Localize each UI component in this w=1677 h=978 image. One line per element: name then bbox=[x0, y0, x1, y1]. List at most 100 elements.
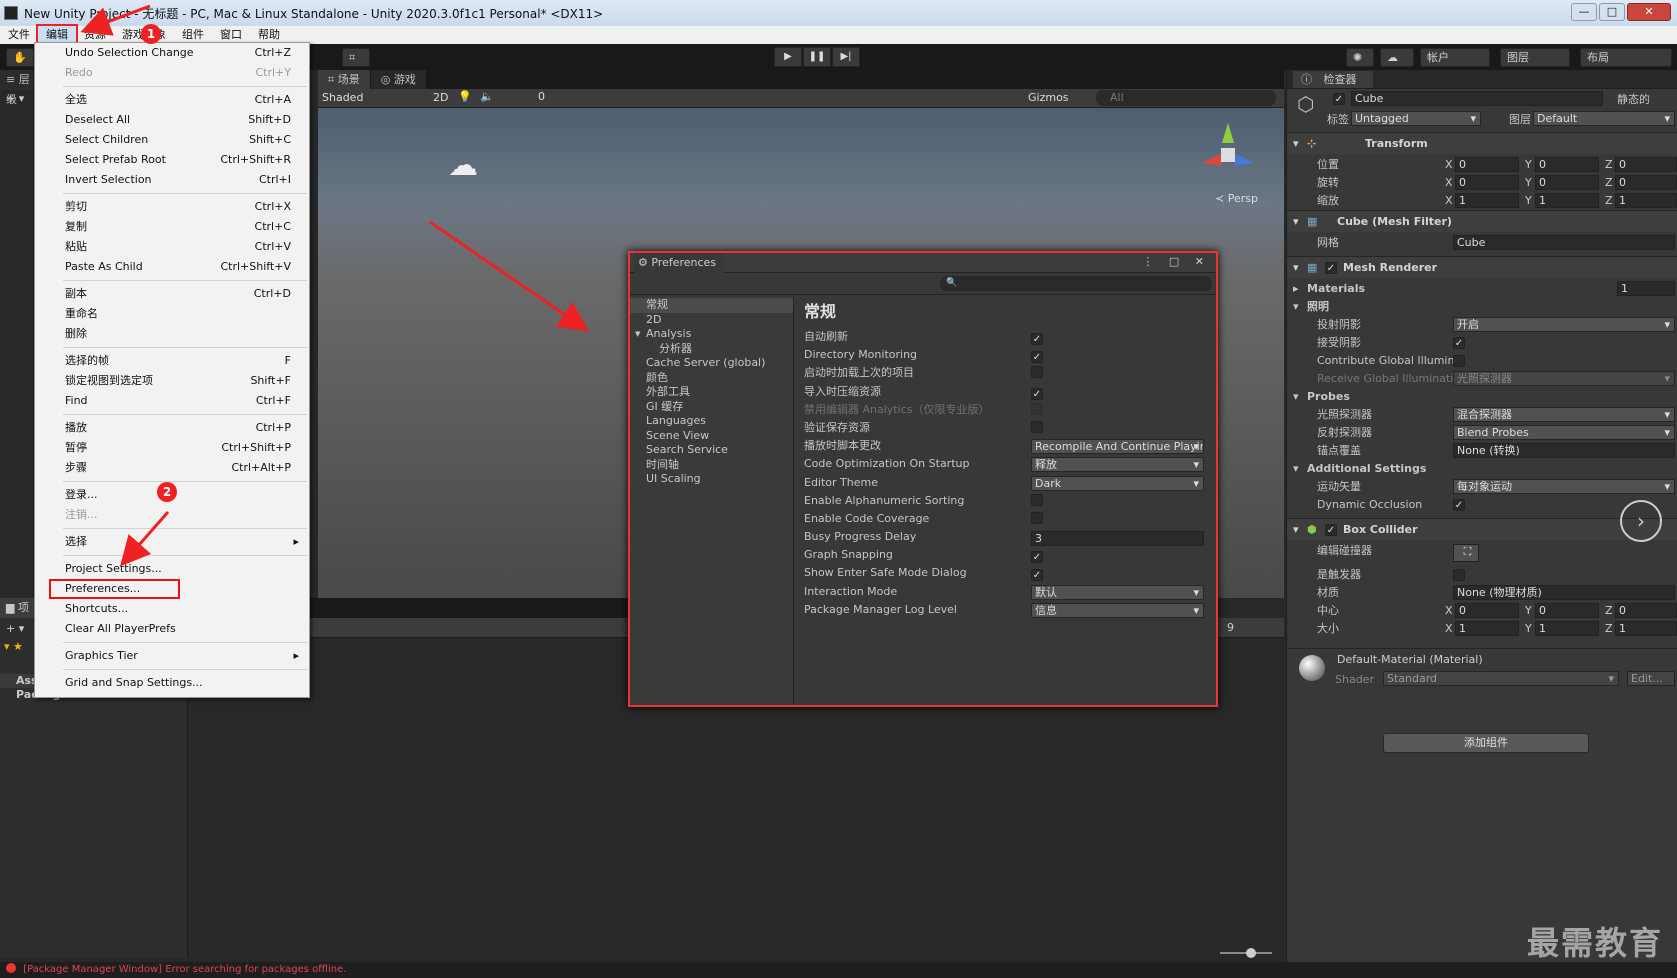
pref-checkbox[interactable] bbox=[1031, 366, 1043, 379]
hierarchy-tab[interactable]: ≡ 层级 bbox=[0, 70, 33, 106]
mesh-field[interactable]: Cube bbox=[1453, 235, 1675, 250]
lighting-icon[interactable]: 💡 bbox=[458, 90, 472, 103]
contribute-gi-checkbox[interactable] bbox=[1453, 355, 1465, 367]
edit-menu-item[interactable]: Redo Ctrl+Y bbox=[35, 63, 309, 83]
pref-dropdown[interactable]: 默认 bbox=[1031, 584, 1204, 600]
shader-dropdown[interactable]: Standard bbox=[1383, 671, 1619, 686]
next-arrow-icon[interactable]: › bbox=[1620, 500, 1662, 542]
pref-item-gi-cache[interactable]: GI 缓存 bbox=[630, 400, 793, 415]
edit-menu-item[interactable]: 删除 bbox=[35, 324, 309, 344]
maximize-button[interactable]: □ bbox=[1599, 3, 1625, 21]
pref-checkbox[interactable]: ✓ bbox=[1031, 569, 1043, 582]
edit-menu-item[interactable]: Select Prefab Root Ctrl+Shift+R bbox=[35, 150, 309, 170]
object-active-checkbox[interactable]: ✓ bbox=[1333, 93, 1345, 105]
lighting-foldout[interactable]: ▾ 照明 bbox=[1287, 298, 1677, 316]
edit-menu-item[interactable]: 副本 Ctrl+D bbox=[35, 284, 309, 304]
gizmos-dropdown[interactable]: Gizmos bbox=[1028, 90, 1069, 106]
add-object-icon[interactable]: + ▾ bbox=[0, 90, 33, 108]
pause-icon[interactable]: ❚❚ bbox=[803, 47, 831, 67]
grid-snap-icon[interactable]: ⌗ bbox=[342, 48, 370, 67]
pref-item-search-service[interactable]: Search Service bbox=[630, 443, 793, 458]
edit-menu-item[interactable]: Graphics Tier bbox=[35, 646, 309, 666]
pref-item-general[interactable]: 常规 bbox=[630, 298, 793, 313]
pref-dropdown[interactable]: Recompile And Continue Playing bbox=[1031, 439, 1204, 455]
position-z-field[interactable]: 0 bbox=[1615, 157, 1677, 172]
edit-menu-item[interactable]: 选择 bbox=[35, 532, 309, 552]
materials-count-field[interactable]: 1 bbox=[1617, 281, 1675, 296]
transform-header[interactable]: ▾ ⊹ Transform bbox=[1287, 132, 1677, 154]
pref-number-field[interactable]: 3 bbox=[1031, 531, 1204, 547]
add-component-button[interactable]: 添加组件 bbox=[1383, 733, 1589, 753]
create-asset-icon[interactable]: + ▾ bbox=[6, 622, 24, 635]
edit-menu-item[interactable]: 剪切 Ctrl+X bbox=[35, 197, 309, 217]
edit-menu-item[interactable]: 选择的帧 F bbox=[35, 351, 309, 371]
edit-menu-item[interactable]: 播放 Ctrl+P bbox=[35, 418, 309, 438]
pref-item-cache-server[interactable]: Cache Server (global) bbox=[630, 356, 793, 371]
edit-menu-item[interactable]: Clear All PlayerPrefs bbox=[35, 619, 309, 639]
edit-collider-icon[interactable]: ⛶ bbox=[1453, 544, 1479, 562]
close-button[interactable]: ✕ bbox=[1627, 3, 1671, 21]
scale-x-field[interactable]: 1 bbox=[1455, 193, 1519, 208]
pref-item-languages[interactable]: Languages bbox=[630, 414, 793, 429]
edit-menu-item[interactable]: 重命名 bbox=[35, 304, 309, 324]
pref-item-profiler[interactable]: 分析器 bbox=[630, 342, 793, 357]
box-collider-header[interactable]: ▾ ⬢ ✓ Box Collider bbox=[1287, 518, 1677, 540]
edit-menu-item[interactable]: 复制 Ctrl+C bbox=[35, 217, 309, 237]
pref-dropdown-wrap[interactable]: 信息 bbox=[1031, 602, 1204, 624]
scale-z-field[interactable]: 1 bbox=[1615, 193, 1677, 208]
mesh-renderer-enabled-checkbox[interactable]: ✓ bbox=[1325, 262, 1337, 274]
mesh-renderer-header[interactable]: ▾ ▦ ✓ Mesh Renderer bbox=[1287, 256, 1677, 278]
layout-dropdown[interactable]: 布局 bbox=[1580, 48, 1672, 67]
pref-item-timeline[interactable]: 时间轴 bbox=[630, 458, 793, 473]
edit-menu-item[interactable]: 粘贴 Ctrl+V bbox=[35, 237, 309, 257]
cloud-icon[interactable]: ☁ bbox=[1380, 48, 1414, 67]
pref-dropdown[interactable]: 释放 bbox=[1031, 457, 1204, 473]
edit-menu-item[interactable]: Grid and Snap Settings... bbox=[35, 673, 309, 693]
edit-menu-item[interactable]: Deselect All Shift+D bbox=[35, 110, 309, 130]
position-x-field[interactable]: 0 bbox=[1455, 157, 1519, 172]
edit-menu-item[interactable]: 锁定视图到选定项 Shift+F bbox=[35, 371, 309, 391]
play-icon[interactable]: ▶ bbox=[774, 47, 802, 67]
edit-menu-item[interactable]: 全选 Ctrl+A bbox=[35, 90, 309, 110]
preferences-search-input[interactable]: 🔍 bbox=[940, 276, 1212, 291]
position-y-field[interactable]: 0 bbox=[1535, 157, 1599, 172]
edit-menu-item[interactable]: 暂停 Ctrl+Shift+P bbox=[35, 438, 309, 458]
tab-project[interactable]: ▆ 项目 bbox=[0, 598, 34, 634]
pref-checkbox[interactable] bbox=[1031, 493, 1043, 506]
edit-menu-item[interactable]: Preferences... bbox=[49, 579, 180, 599]
materials-row[interactable]: ▸ Materials 1 bbox=[1287, 280, 1677, 298]
object-name-input[interactable]: Cube bbox=[1351, 91, 1603, 106]
center-x-field[interactable]: 0 bbox=[1455, 603, 1519, 618]
pref-item-colors[interactable]: 颜色 bbox=[630, 371, 793, 386]
layer-dropdown[interactable]: Default bbox=[1533, 111, 1675, 126]
rotation-y-field[interactable]: 0 bbox=[1535, 175, 1599, 190]
pref-item-scene-view[interactable]: Scene View bbox=[630, 429, 793, 444]
additional-settings-foldout[interactable]: ▾ Additional Settings bbox=[1287, 460, 1677, 478]
size-x-field[interactable]: 1 bbox=[1455, 621, 1519, 636]
light-probes-dropdown[interactable]: 混合探测器 bbox=[1453, 407, 1675, 422]
edit-menu-item[interactable]: Paste As Child Ctrl+Shift+V bbox=[35, 257, 309, 277]
tab-scene[interactable]: ⌗ 场景 bbox=[318, 70, 371, 89]
static-toggle[interactable]: 静态的 bbox=[1617, 91, 1650, 109]
receive-shadows-checkbox[interactable]: ✓ bbox=[1453, 337, 1465, 349]
receive-gi-dropdown[interactable]: 光照探测器 bbox=[1453, 371, 1675, 386]
tab-game[interactable]: ◎ 游戏 bbox=[370, 70, 427, 89]
edit-menu-item[interactable]: Select Children Shift+C bbox=[35, 130, 309, 150]
box-collider-enabled-checkbox[interactable]: ✓ bbox=[1325, 524, 1337, 536]
center-z-field[interactable]: 0 bbox=[1615, 603, 1677, 618]
step-icon[interactable]: ▶| bbox=[832, 47, 860, 67]
icon-size-slider[interactable] bbox=[1220, 948, 1272, 958]
anchor-override-field[interactable]: None (转换) bbox=[1453, 443, 1675, 458]
rotation-x-field[interactable]: 0 bbox=[1455, 175, 1519, 190]
pref-checkbox[interactable]: ✓ bbox=[1031, 333, 1043, 345]
pref-checkbox[interactable] bbox=[1031, 420, 1043, 433]
scene-gizmo-axis-icon[interactable] bbox=[1188, 118, 1268, 188]
is-trigger-checkbox[interactable] bbox=[1453, 569, 1465, 581]
pref-checkbox[interactable] bbox=[1031, 511, 1043, 524]
favorites-star-icon[interactable]: ▾ ★ bbox=[4, 640, 23, 653]
pref-item-external-tools[interactable]: 外部工具 bbox=[630, 385, 793, 400]
edit-menu-item[interactable]: 步骤 Ctrl+Alt+P bbox=[35, 458, 309, 478]
pref-checkbox[interactable]: ✓ bbox=[1031, 351, 1043, 364]
account-dropdown[interactable]: 帐户 bbox=[1420, 48, 1490, 67]
status-bar[interactable]: [Package Manager Window] Error searching… bbox=[0, 962, 1677, 978]
